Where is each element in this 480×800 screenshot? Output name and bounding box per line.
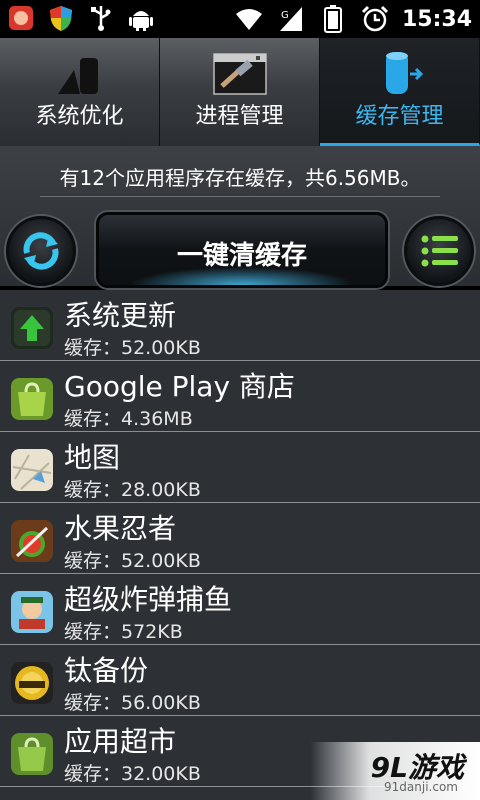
battery-icon — [318, 4, 348, 34]
app-market-icon — [11, 733, 53, 775]
list-item[interactable]: 超级炸弹捕鱼 缓存：572KB — [0, 574, 480, 645]
titanium-backup-icon — [11, 662, 53, 704]
one-click-clean-button[interactable]: 一键清缓存 — [96, 212, 388, 288]
google-play-icon — [11, 378, 53, 420]
app-cache-size: 缓存：52.00KB — [64, 550, 201, 572]
signal-icon: G — [276, 4, 306, 34]
app-cache-size: 缓存：32.00KB — [64, 763, 201, 785]
menu-list-icon — [421, 235, 458, 267]
system-optimize-icon — [48, 48, 112, 98]
cache-manage-icon — [368, 48, 432, 98]
wifi-icon — [234, 4, 264, 34]
fruit-ninja-icon — [11, 520, 53, 562]
app-cache-size: 缓存：52.00KB — [64, 337, 201, 359]
process-manage-icon — [208, 48, 272, 98]
app-name: 钛备份 — [64, 654, 149, 687]
app-name: 系统更新 — [64, 299, 177, 332]
list-item[interactable]: 钛备份 缓存：56.00KB — [0, 645, 480, 716]
status-bar: G 15:34 — [0, 0, 480, 38]
fishing-game-icon — [11, 591, 53, 633]
app-cache-size: 缓存：4.36MB — [64, 408, 193, 430]
divider — [40, 196, 440, 197]
app-cache-size: 缓存：56.00KB — [64, 692, 201, 714]
tab-label: 系统优化 — [35, 104, 124, 129]
app-cache-size: 缓存：28.00KB — [64, 479, 201, 501]
list-item[interactable]: 系统更新 缓存：52.00KB — [0, 290, 480, 361]
refresh-icon — [23, 232, 59, 270]
tab-system-optimize[interactable]: 系统优化 — [0, 38, 160, 146]
list-item[interactable]: Google Play 商店 缓存：4.36MB — [0, 361, 480, 432]
cache-summary-panel: 有12个应用程序存在缓存，共6.56MB。 一键清缓存 — [0, 146, 480, 288]
app-name: 应用超市 — [64, 725, 177, 758]
app-notification-icon — [6, 3, 36, 33]
app-name: Google Play 商店 — [64, 370, 295, 403]
app-cache-size: 缓存：572KB — [64, 621, 183, 643]
list-menu-button[interactable] — [404, 216, 474, 286]
watermark-site: 91danji.com — [384, 780, 458, 794]
cache-summary-text: 有12个应用程序存在缓存，共6.56MB。 — [59, 166, 421, 190]
app-name: 地图 — [64, 441, 121, 474]
tab-process-manage[interactable]: 进程管理 — [160, 38, 320, 146]
system-update-icon — [11, 307, 53, 349]
list-item[interactable]: 地图 缓存：28.00KB — [0, 432, 480, 503]
usb-icon — [86, 3, 116, 33]
alarm-icon — [360, 4, 390, 34]
tab-label: 进程管理 — [195, 104, 284, 129]
tab-cache-manage[interactable]: 缓存管理 — [320, 38, 480, 146]
shield-icon — [46, 3, 76, 33]
maps-icon — [11, 449, 53, 491]
clean-button-label: 一键清缓存 — [176, 241, 307, 271]
app-cache-list: 系统更新 缓存：52.00KB Google Play 商店 缓存：4.36MB… — [0, 290, 480, 800]
tab-bar: 系统优化 进程管理 缓存管理 — [0, 38, 480, 146]
list-item[interactable]: 水果忍者 缓存：52.00KB — [0, 503, 480, 574]
site-watermark: 9L游戏 91danji.com — [310, 742, 480, 800]
status-time: 15:34 — [401, 6, 472, 32]
android-debug-icon — [126, 3, 156, 33]
refresh-button[interactable] — [6, 216, 76, 286]
svg-text:G: G — [281, 10, 289, 21]
tab-label: 缓存管理 — [355, 104, 444, 129]
app-name: 水果忍者 — [64, 512, 177, 545]
app-name: 超级炸弹捕鱼 — [64, 583, 233, 616]
